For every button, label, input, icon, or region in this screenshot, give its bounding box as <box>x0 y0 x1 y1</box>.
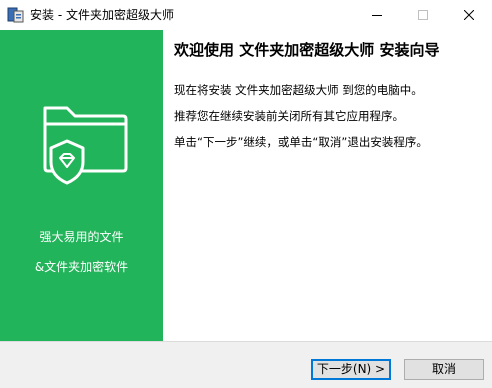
maximize-icon <box>418 10 428 20</box>
welcome-heading: 欢迎使用 文件夹加密超级大师 安装向导 <box>174 41 440 59</box>
install-target-text: 现在将安装 文件夹加密超级大师 到您的电脑中。 <box>174 83 423 97</box>
close-apps-advice-text: 推荐您在继续安装前关闭所有其它应用程序。 <box>174 109 404 123</box>
title-bar[interactable]: 安装 - 文件夹加密超级大师 <box>0 0 492 30</box>
close-icon <box>464 10 474 20</box>
cancel-button[interactable]: 取消 <box>404 359 484 380</box>
minimize-button[interactable] <box>354 0 400 30</box>
window-title: 安装 - 文件夹加密超级大师 <box>30 8 174 22</box>
maximize-button <box>400 0 446 30</box>
minimize-icon <box>372 15 382 16</box>
folder-shield-icon <box>33 88 133 188</box>
welcome-side-panel: 强大易用的文件 &文件夹加密软件 <box>0 30 163 341</box>
button-bar: 下一步(N) > 取消 <box>0 341 492 388</box>
next-button[interactable]: 下一步(N) > <box>311 359 391 380</box>
installer-app-icon <box>7 6 25 24</box>
instructions-text: 单击“下一步”继续，或单击“取消”退出安装程序。 <box>174 135 428 149</box>
close-button[interactable] <box>446 0 492 30</box>
promo-text-line2: &文件夹加密软件 <box>34 260 129 274</box>
installer-window: 安装 - 文件夹加密超级大师 强大易用的文件 &文件夹加密软件 欢迎使用 文件夹… <box>0 0 492 388</box>
promo-text-line1: 强大易用的文件 <box>39 230 124 244</box>
